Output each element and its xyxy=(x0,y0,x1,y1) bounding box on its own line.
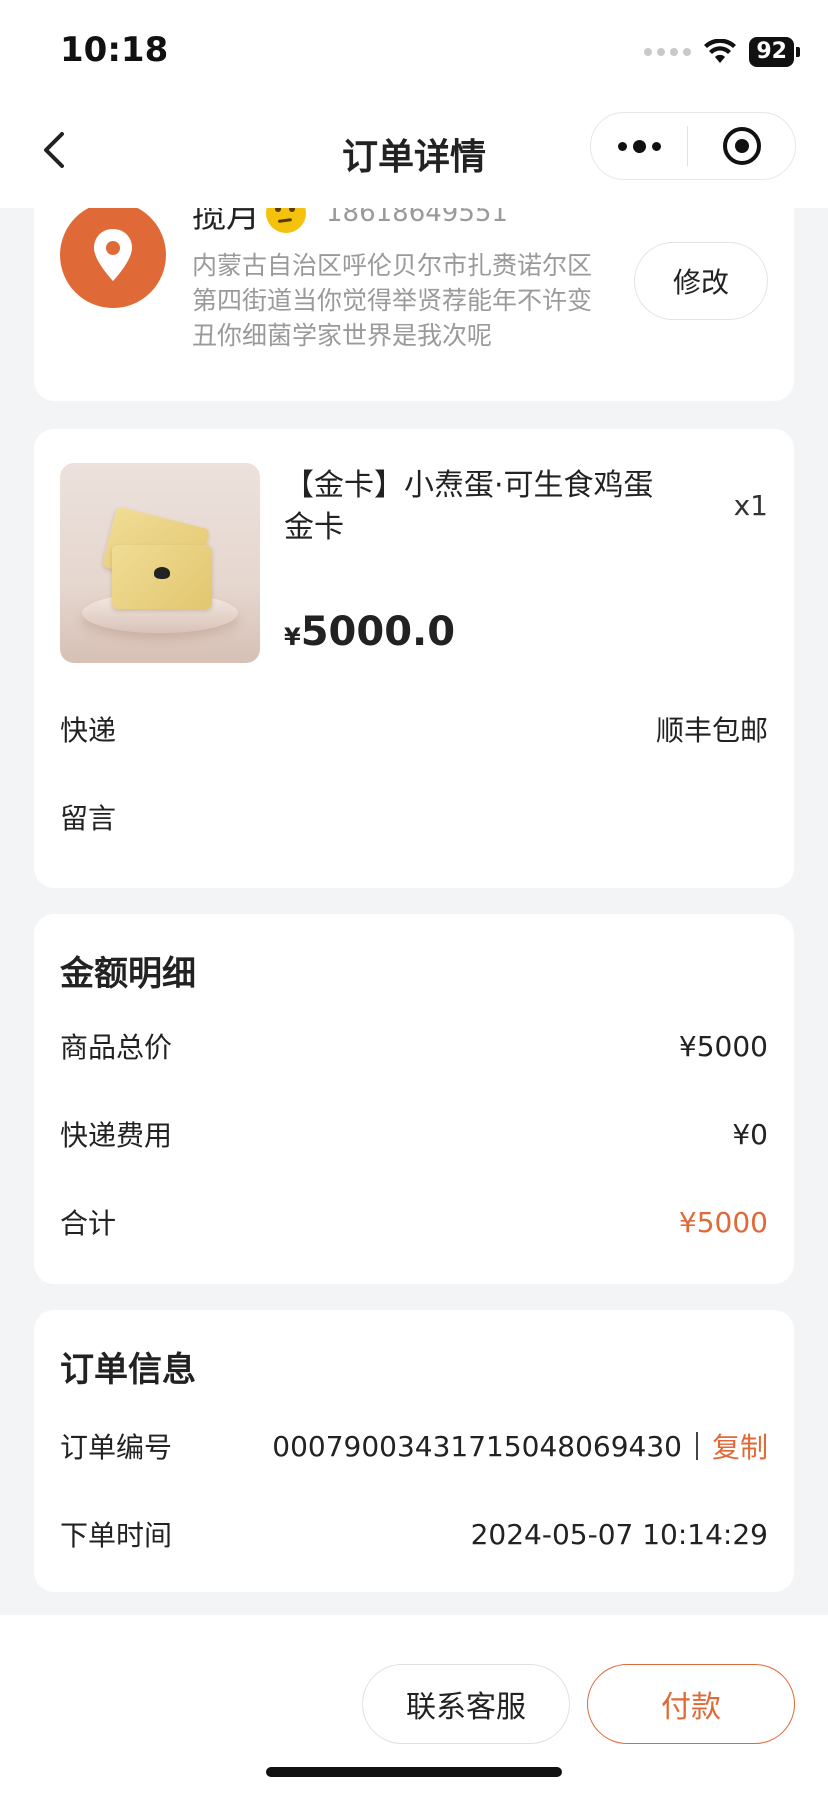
pay-button[interactable]: 付款 xyxy=(587,1664,795,1744)
recipient-name: 揽月 xyxy=(192,208,260,236)
copy-button[interactable]: 复制 xyxy=(712,1426,768,1466)
price-value: 5000.0 xyxy=(300,609,456,655)
total-label: 合计 xyxy=(60,1207,117,1240)
product-card: 【金卡】小焘蛋·可生食鸡蛋金卡 x1 ¥5000.0 快递 顺丰包邮 留言 xyxy=(34,429,794,888)
hen-logo-icon xyxy=(154,567,170,579)
amount-row-value: ¥0 xyxy=(732,1117,768,1151)
shipping-value: 顺丰包邮 xyxy=(655,714,768,747)
message-label: 留言 xyxy=(60,802,117,835)
wifi-icon xyxy=(704,39,737,63)
amount-row-label: 快递费用 xyxy=(60,1119,173,1152)
amount-row: 商品总价 ¥5000 xyxy=(60,1026,768,1066)
status-bar: 10:18 92 xyxy=(0,0,828,100)
message-row[interactable]: 留言 xyxy=(60,797,768,837)
order-number-value: 0007900343171504806943​0 xyxy=(272,1429,682,1463)
amount-title: 金额明细 xyxy=(60,954,196,994)
total-value: ¥5000 xyxy=(678,1205,768,1239)
amount-detail-card: 金额明细 商品总价 ¥5000 快递费用 ¥0 合计 ¥5000 xyxy=(34,914,794,1284)
order-number-row: 订单编号 0007900343171504806943​0 复制 xyxy=(60,1426,768,1466)
shipping-label: 快递 xyxy=(60,714,117,747)
thinking-face-icon xyxy=(266,208,306,233)
more-button[interactable] xyxy=(591,113,687,179)
product-name[interactable]: 【金卡】小焘蛋·可生食鸡蛋金卡 xyxy=(284,465,674,549)
contact-service-button[interactable]: 联系客服 xyxy=(362,1664,570,1744)
product-quantity: x1 xyxy=(733,489,768,522)
status-time: 10:18 xyxy=(60,30,169,70)
home-indicator xyxy=(266,1767,562,1777)
order-info-title: 订单信息 xyxy=(60,1350,196,1390)
currency-symbol: ¥ xyxy=(284,623,301,651)
edit-address-button[interactable]: 修改 xyxy=(634,242,768,320)
divider xyxy=(695,1432,698,1460)
nav-bar: 订单详情 xyxy=(0,100,828,208)
bottom-action-bar: 联系客服 付款 xyxy=(0,1615,828,1793)
order-time-label: 下单时间 xyxy=(60,1519,173,1552)
status-indicators: 92 xyxy=(644,32,800,72)
amount-row-value: ¥5000 xyxy=(678,1029,768,1063)
target-icon xyxy=(722,127,761,165)
product-image[interactable] xyxy=(60,463,260,663)
amount-row: 快递费用 ¥0 xyxy=(60,1114,768,1154)
amount-row-label: 商品总价 xyxy=(60,1031,173,1064)
total-row: 合计 ¥5000 xyxy=(60,1202,768,1242)
order-time-row: 下单时间 2024-05-07 10:14:29 xyxy=(60,1514,768,1554)
battery-icon: 92 xyxy=(749,37,800,67)
close-button[interactable] xyxy=(688,113,795,179)
address-detail: 内蒙古自治区呼伦贝尔市扎赉诺尔区第四街道当你觉得举贤荐能年不许变丑你细菌学家世界… xyxy=(192,251,593,350)
recipient: 揽月 18618649551 xyxy=(192,208,508,237)
address-card: 揽月 18618649551 内蒙古自治区呼伦贝尔市扎赉诺尔区第四街道当你觉得举… xyxy=(34,208,794,401)
recipient-phone: 18618649551 xyxy=(326,208,508,228)
mini-program-capsule xyxy=(590,112,796,180)
order-info-card: 订单信息 订单编号 0007900343171504806943​0 复制 下单… xyxy=(34,1310,794,1592)
order-number-label: 订单编号 xyxy=(60,1431,173,1464)
location-pin-icon xyxy=(60,208,166,308)
product-price: ¥5000.0 xyxy=(284,609,455,655)
shipping-row: 快递 顺丰包邮 xyxy=(60,709,768,749)
signal-icon xyxy=(644,48,692,56)
order-time-value: 2024-05-07 10:14:29 xyxy=(470,1517,768,1551)
